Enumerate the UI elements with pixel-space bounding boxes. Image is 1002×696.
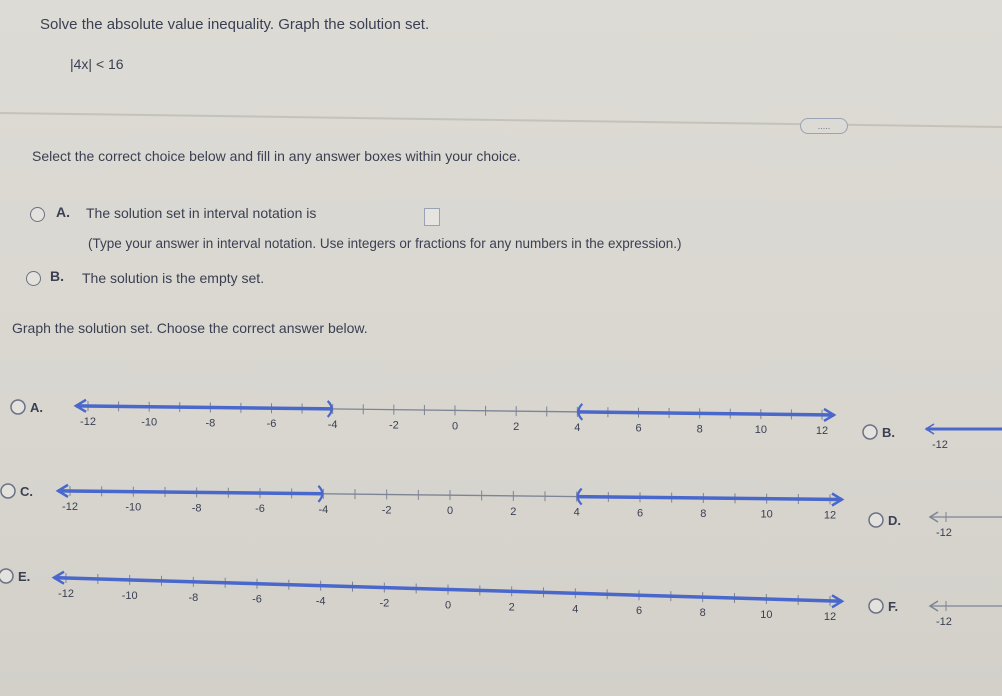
number-line-tick-label: 4 (572, 603, 578, 615)
graph-option-letter: C. (20, 484, 33, 499)
number-line-tick-label: 10 (761, 509, 773, 521)
graph-option-c-radio[interactable] (0, 483, 16, 499)
graph-option-f-radio[interactable] (868, 598, 884, 614)
shaded-segment-right (577, 410, 835, 417)
number-line-tick-label: 2 (510, 506, 516, 518)
number-line-tick-label: 8 (697, 423, 703, 435)
number-line-tick-label: -12 (936, 527, 952, 539)
number-line-tick-label: -8 (192, 502, 202, 514)
number-line-tick-label: -2 (382, 504, 392, 516)
number-line-tick-label: -10 (125, 502, 141, 514)
number-line-tick-label: 10 (755, 424, 767, 436)
number-line-tick-label: -12 (932, 439, 948, 451)
number-line-tick-label: 2 (513, 421, 519, 433)
number-line-tick-label: -12 (80, 416, 96, 428)
graph-option-letter: D. (888, 513, 901, 528)
number-line-tick-label: 8 (700, 607, 706, 619)
number-line-tick-label: -2 (389, 420, 399, 432)
shaded-segment-right (576, 494, 843, 502)
number-line-tick-label: 4 (574, 422, 580, 434)
number-line-tick-label: 10 (760, 609, 772, 621)
number-line-tick-label: -8 (188, 592, 198, 604)
number-line-tick-label: 6 (637, 507, 643, 519)
number-line-tick-label: -6 (255, 503, 265, 515)
number-line-tick-label: 6 (635, 423, 641, 435)
number-line-tick-label: -8 (205, 417, 215, 429)
number-line-tick-label: 4 (574, 507, 580, 519)
shaded-segment-left (57, 489, 324, 496)
number-line-tick-label: 2 (509, 601, 515, 613)
page: Solve the absolute value inequality. Gra… (0, 0, 1002, 696)
number-line-tick-label: -6 (267, 418, 277, 430)
number-line-tick-label: -10 (122, 590, 138, 602)
graph-options: A. -12 -10 -8 -6 -4 -2 0 2 4 6 8 10 12 B. -12 C. -12 -10 -8… (0, 398, 1002, 628)
number-line-tick-label: -4 (328, 419, 338, 431)
number-line-tick-label: -10 (141, 417, 157, 429)
number-line-tick-label: 12 (816, 425, 828, 437)
number-line-tick-label: -2 (379, 598, 389, 610)
shaded-segment-left (75, 404, 333, 411)
number-line-tick-label: -6 (252, 594, 262, 606)
graph-option-letter: B. (882, 425, 895, 440)
number-line-tick-label: -12 (58, 588, 74, 600)
graph-option-letter: E. (18, 569, 30, 584)
graph-option-letter: F. (888, 599, 898, 614)
number-line-tick-label: 8 (700, 508, 706, 520)
number-line-tick-label: -12 (62, 501, 78, 513)
number-line-tick-label: -12 (936, 616, 952, 628)
number-line-tick-label: -4 (316, 596, 326, 608)
graph-option-d-radio[interactable] (868, 512, 884, 528)
number-line-tick-label: 0 (447, 505, 453, 517)
shaded-segment (53, 575, 843, 604)
number-line-tick-label: 6 (636, 605, 642, 617)
number-line-tick-label: 0 (445, 599, 451, 611)
number-line-tick-label: 0 (452, 420, 458, 432)
number-line-tick-label: 12 (824, 611, 836, 623)
number-line-tick-label: -4 (318, 504, 328, 516)
graph-option-a-radio[interactable] (10, 399, 26, 415)
graph-option-letter: A. (30, 400, 43, 415)
graph-option-b-radio[interactable] (862, 424, 878, 440)
graph-option-e-radio[interactable] (0, 568, 14, 584)
number-line-tick-label: 12 (824, 509, 836, 521)
